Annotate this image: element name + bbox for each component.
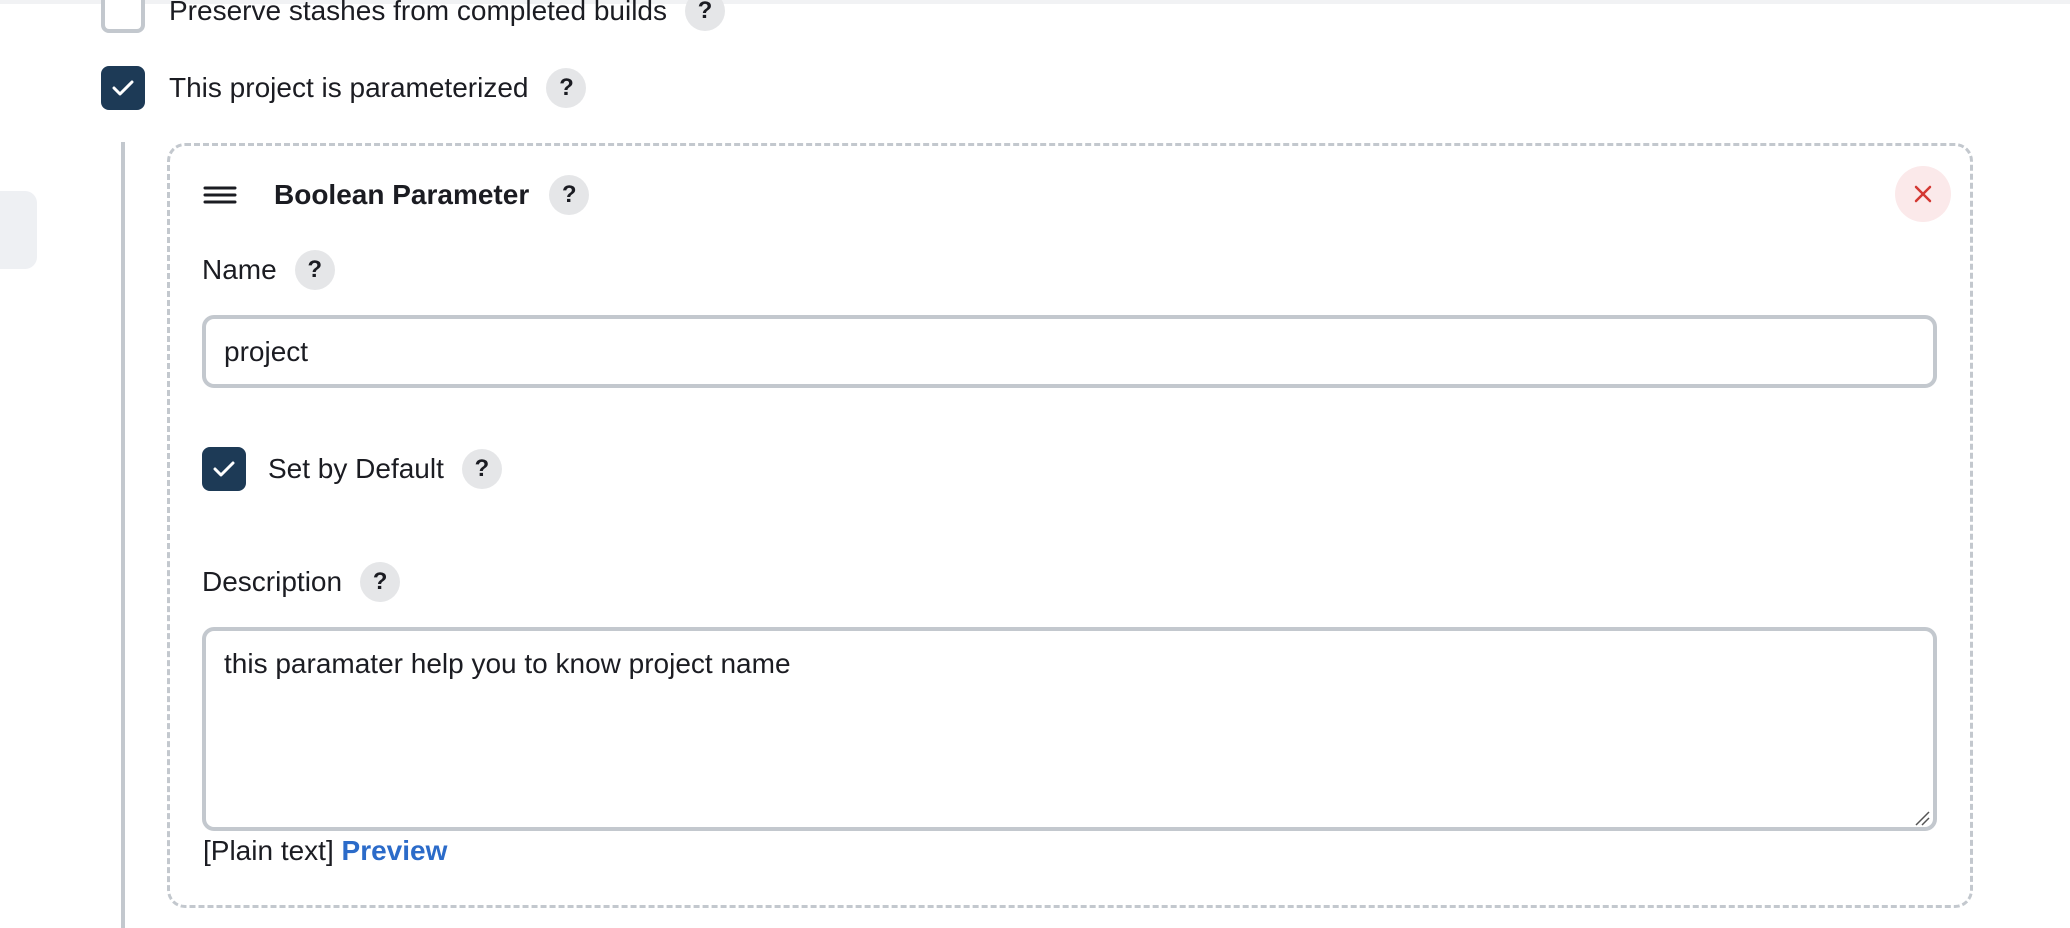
name-input[interactable]: [202, 315, 1937, 388]
preserve-stashes-help-icon[interactable]: ?: [685, 0, 725, 31]
name-field-label-row: Name ?: [202, 250, 335, 290]
delete-parameter-button[interactable]: [1895, 166, 1951, 222]
format-label: [Plain text]: [203, 835, 334, 866]
resize-grip-icon[interactable]: [1914, 810, 1930, 826]
card-header: Boolean Parameter ?: [274, 175, 590, 215]
description-textarea[interactable]: this paramater help you to know project …: [202, 627, 1937, 831]
set-by-default-label: Set by Default: [268, 453, 444, 484]
set-by-default-option: Set by Default ?: [202, 447, 502, 491]
boolean-parameter-help-icon[interactable]: ?: [549, 175, 590, 215]
preserve-stashes-label: Preserve stashes from completed builds: [169, 0, 667, 26]
parameterized-help-icon[interactable]: ?: [546, 68, 587, 108]
preview-link[interactable]: Preview: [342, 835, 448, 866]
drag-handle-icon[interactable]: [202, 181, 238, 209]
set-by-default-checkbox[interactable]: [202, 447, 246, 491]
description-label: Description: [202, 566, 343, 597]
description-label-row: Description ?: [202, 562, 401, 602]
parameterized-checkbox[interactable]: [101, 66, 145, 110]
set-by-default-help-icon[interactable]: ?: [461, 449, 502, 489]
parameterized-label: This project is parameterized: [169, 72, 529, 103]
nested-section-line: [121, 142, 125, 928]
card-title: Boolean Parameter: [274, 179, 530, 210]
description-format-row: [Plain text] Preview: [203, 835, 447, 867]
name-label: Name: [202, 254, 277, 285]
parameterized-option: This project is parameterized ?: [101, 66, 587, 110]
description-help-icon[interactable]: ?: [360, 562, 401, 602]
preserve-stashes-option: Preserve stashes from completed builds ?: [101, 0, 725, 33]
side-panel-edge: [0, 191, 37, 269]
preserve-stashes-checkbox[interactable]: [101, 0, 145, 33]
close-icon: [1914, 185, 1932, 203]
checkmark-icon: [213, 461, 235, 477]
checkmark-icon: [112, 80, 134, 96]
name-help-icon[interactable]: ?: [294, 250, 335, 290]
